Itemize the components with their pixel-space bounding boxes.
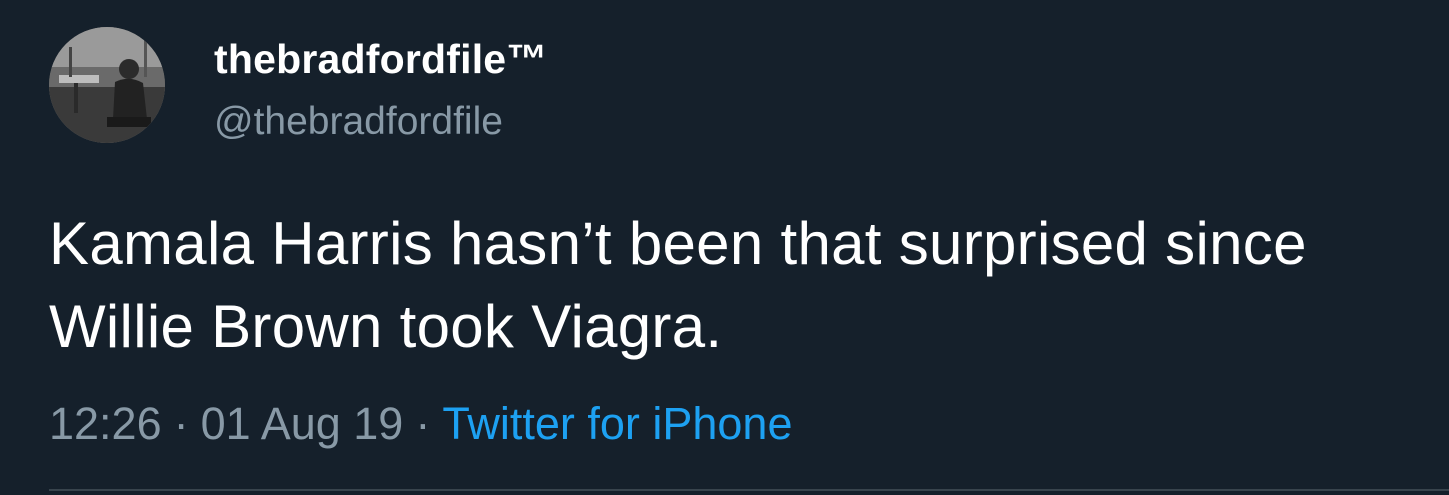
divider — [49, 489, 1449, 491]
display-name[interactable]: thebradfordfile™ — [214, 36, 547, 83]
avatar[interactable] — [49, 27, 165, 143]
tweet-card: thebradfordfile™ @thebradfordfile Kamala… — [0, 0, 1449, 495]
tweet-metadata: 12:26 · 01 Aug 19 · Twitter for iPhone — [49, 398, 792, 450]
meta-separator: · — [173, 398, 189, 449]
user-handle[interactable]: @thebradfordfile — [214, 100, 503, 144]
meta-separator: · — [415, 398, 431, 449]
avatar-photo-icon — [49, 27, 165, 143]
tweet-time[interactable]: 12:26 — [49, 398, 162, 449]
tweet-text: Kamala Harris hasn’t been that surprised… — [49, 210, 1307, 360]
tweet-date[interactable]: 01 Aug 19 — [201, 398, 404, 449]
tweet-source-link[interactable]: Twitter for iPhone — [442, 398, 792, 449]
